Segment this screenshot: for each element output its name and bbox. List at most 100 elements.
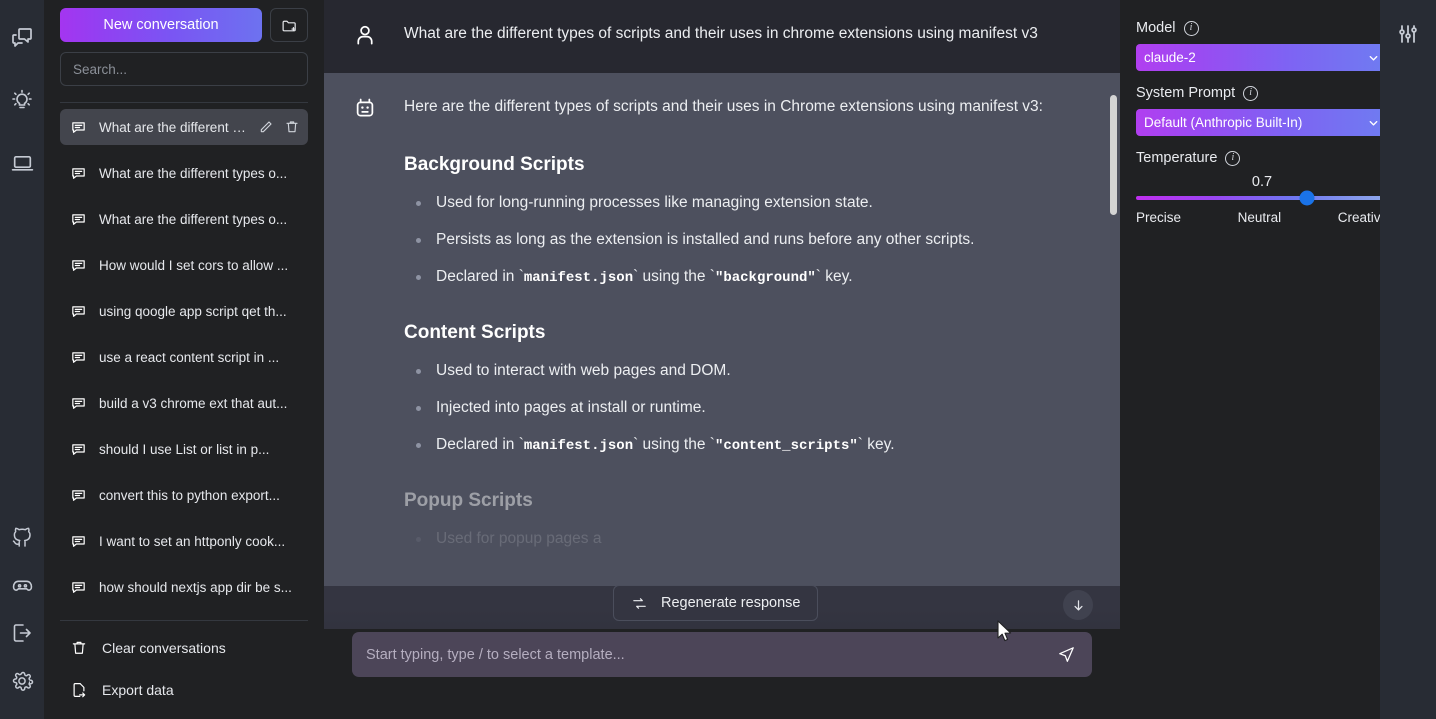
discord-icon[interactable] xyxy=(0,561,44,609)
temperature-info-icon[interactable]: i xyxy=(1225,150,1241,166)
chat-input[interactable] xyxy=(366,646,1055,663)
settings-panel: Model i claude-2 System Prompt i Default… xyxy=(1120,0,1436,719)
app-root: New conversation Search... What are the … xyxy=(0,0,1436,719)
temperature-slider[interactable] xyxy=(1136,190,1388,206)
sliders-icon[interactable] xyxy=(1396,22,1420,719)
edit-pencil-icon[interactable] xyxy=(258,119,274,135)
chat-scrollbar[interactable] xyxy=(1110,95,1117,215)
model-select-wrap: claude-2 xyxy=(1136,44,1388,71)
sidebar-footer: Clear conversations Export data xyxy=(52,620,316,719)
section-heading-popup: Popup Scripts xyxy=(404,490,533,512)
bullet-text: ` using the ` xyxy=(633,436,715,454)
clear-conversations-label: Clear conversations xyxy=(102,640,226,656)
message-icon xyxy=(70,303,87,320)
footer-divider xyxy=(60,620,308,621)
conversation-label: how should nextjs app dir be s... xyxy=(99,579,292,595)
list-item: Used for popup pages a xyxy=(416,529,1044,550)
system-prompt-label: System Prompt xyxy=(1136,85,1236,101)
message-icon xyxy=(70,533,87,550)
system-prompt-select-wrap: Default (Anthropic Built-In) xyxy=(1136,109,1388,136)
bullet-text: Used to interact with web pages and DOM. xyxy=(436,362,731,380)
section-list-background: Used for long-running processes like man… xyxy=(404,193,1044,288)
message-icon xyxy=(70,349,87,366)
message-icon xyxy=(70,257,87,274)
conversation-list[interactable]: What are the different ty... What are th… xyxy=(52,103,316,620)
message-icon xyxy=(70,165,87,182)
conversation-item-0[interactable]: What are the different ty... xyxy=(60,109,308,145)
github-icon[interactable] xyxy=(0,513,44,561)
message-icon xyxy=(70,441,87,458)
logout-icon[interactable] xyxy=(0,609,44,657)
conversation-label: using qoogle app script qet th... xyxy=(99,303,287,319)
scroll-to-bottom-button[interactable] xyxy=(1063,590,1093,620)
left-icon-rail xyxy=(0,0,44,719)
message-icon xyxy=(70,395,87,412)
conversation-item-8[interactable]: convert this to python export... xyxy=(60,477,308,513)
folder-plus-icon xyxy=(281,17,298,34)
inline-code: manifest.json xyxy=(523,270,634,287)
settings-gear-icon[interactable] xyxy=(0,657,44,705)
bot-avatar-icon xyxy=(352,93,382,566)
regenerate-response-button[interactable]: Regenerate response xyxy=(613,585,819,621)
regenerate-response-label: Regenerate response xyxy=(661,595,801,611)
user-message: What are the different types of scripts … xyxy=(324,0,1120,73)
list-item: Declared in `manifest.json` using the `"… xyxy=(416,435,1044,456)
assistant-message: Here are the different types of scripts … xyxy=(324,73,1120,587)
temperature-label-row: Temperature i xyxy=(1136,150,1388,166)
temperature-slider-thumb[interactable] xyxy=(1299,190,1315,206)
conversations-icon[interactable] xyxy=(0,14,44,62)
trash-icon xyxy=(70,639,88,657)
section-list-content: Used to interact with web pages and DOM.… xyxy=(404,361,1044,456)
new-conversation-button[interactable]: New conversation xyxy=(60,8,262,42)
conversation-item-2[interactable]: What are the different types o... xyxy=(60,201,308,237)
bullet-text: Declared in ` xyxy=(436,268,524,286)
export-data-label: Export data xyxy=(102,682,174,698)
screen-laptop-icon[interactable] xyxy=(0,138,44,186)
conversation-item-6[interactable]: build a v3 chrome ext that aut... xyxy=(60,385,308,421)
inline-code: "background" xyxy=(714,270,816,287)
sidebar-header: New conversation xyxy=(52,0,316,42)
user-message-text: What are the different types of scripts … xyxy=(404,25,1038,42)
temperature-slider-labels: Precise Neutral Creative xyxy=(1136,210,1388,225)
inline-code: "content_scripts" xyxy=(714,438,858,455)
list-item: Used for long-running processes like man… xyxy=(416,193,1044,214)
conversation-item-1[interactable]: What are the different types o... xyxy=(60,155,308,191)
export-file-icon xyxy=(70,681,88,699)
export-data-button[interactable]: Export data xyxy=(60,669,308,711)
model-select[interactable]: claude-2 xyxy=(1136,44,1388,71)
conversation-item-3[interactable]: How would I set cors to allow ... xyxy=(60,247,308,283)
list-item: Declared in `manifest.json` using the `"… xyxy=(416,267,1044,288)
temperature-value: 0.7 xyxy=(1251,174,1273,190)
conversation-item-10[interactable]: how should nextjs app dir be s... xyxy=(60,569,308,605)
conversation-item-9[interactable]: I want to set an httponly cook... xyxy=(60,523,308,559)
clear-conversations-button[interactable]: Clear conversations xyxy=(60,627,308,669)
bullet-text: ` key. xyxy=(857,436,895,454)
send-button[interactable] xyxy=(1055,645,1078,664)
conversation-label: How would I set cors to allow ... xyxy=(99,257,289,273)
system-prompt-info-icon[interactable]: i xyxy=(1243,85,1259,101)
list-item: Persists as long as the extension is ins… xyxy=(416,230,1044,251)
system-prompt-select[interactable]: Default (Anthropic Built-In) xyxy=(1136,109,1388,136)
composer-box[interactable] xyxy=(352,632,1092,677)
conversation-label: should I use List or list in p... xyxy=(99,441,270,457)
temperature-min-label: Precise xyxy=(1136,210,1182,225)
list-item: Used to interact with web pages and DOM. xyxy=(416,361,1044,382)
assistant-intro-text: Here are the different types of scripts … xyxy=(404,98,1043,115)
conversation-item-5[interactable]: use a react content script in ... xyxy=(60,339,308,375)
conversation-label: What are the different types o... xyxy=(99,211,288,227)
conversation-item-7[interactable]: should I use List or list in p... xyxy=(60,431,308,467)
conversation-label: What are the different types o... xyxy=(99,165,288,181)
chat-main: What are the different types of scripts … xyxy=(324,0,1120,719)
conversation-item-4[interactable]: using qoogle app script qet th... xyxy=(60,293,308,329)
prompts-lightbulb-icon[interactable] xyxy=(0,76,44,124)
model-label-row: Model i xyxy=(1136,20,1388,36)
delete-trash-icon[interactable] xyxy=(284,119,300,135)
section-list-popup: Used for popup pages a xyxy=(404,529,1044,550)
new-folder-button[interactable] xyxy=(270,8,308,42)
conversation-label: I want to set an httponly cook... xyxy=(99,533,286,549)
model-info-icon[interactable]: i xyxy=(1183,20,1199,36)
search-input[interactable] xyxy=(60,52,308,86)
conversation-label: use a react content script in ... xyxy=(99,349,280,365)
composer-bar xyxy=(324,629,1120,719)
bullet-text: Persists as long as the extension is ins… xyxy=(436,231,975,249)
